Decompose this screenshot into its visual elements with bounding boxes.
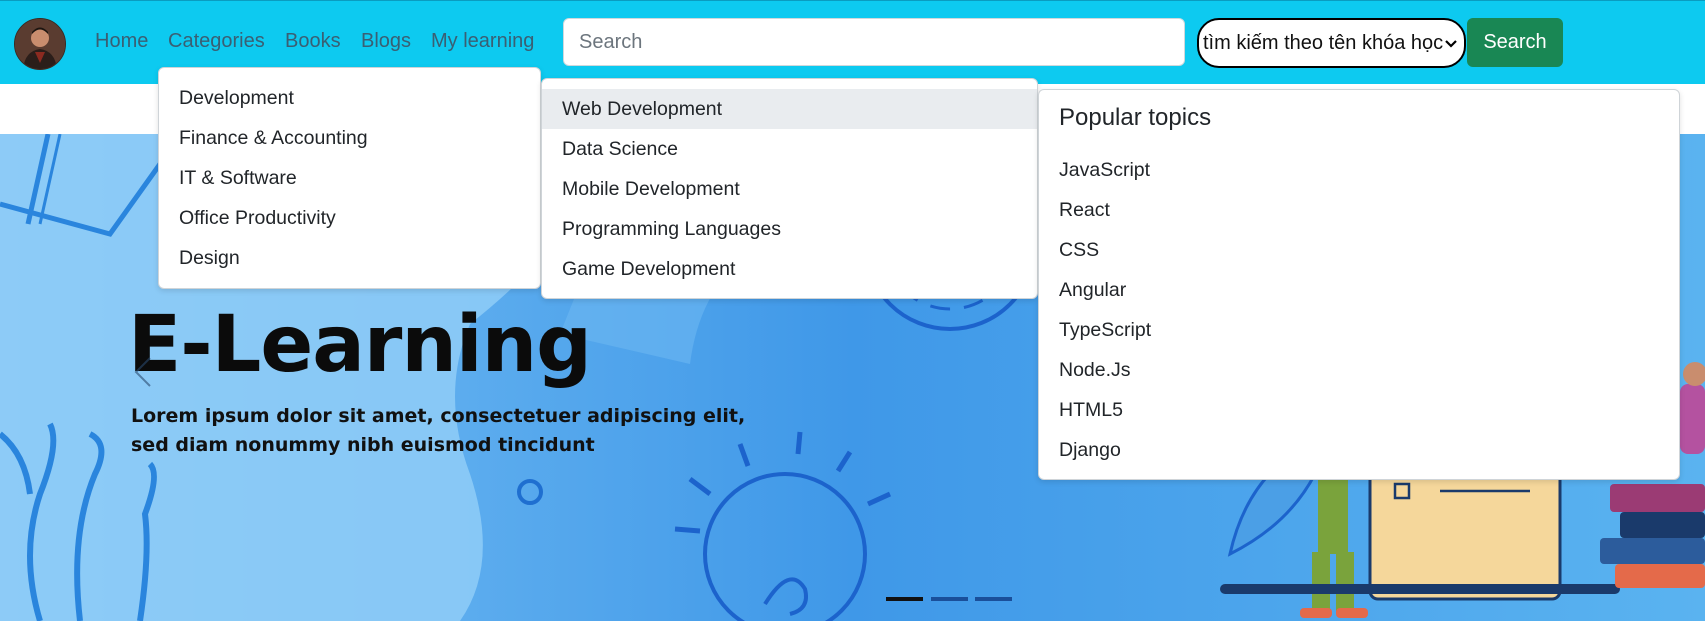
search-type-selected-value: tìm kiếm theo tên khóa học xyxy=(1203,31,1444,54)
page: Home Categories Books Blogs My learning … xyxy=(0,0,1705,621)
search-button[interactable]: Search xyxy=(1467,18,1563,67)
topic-item-html5[interactable]: HTML5 xyxy=(1039,390,1679,430)
nav-blogs[interactable]: Blogs xyxy=(361,30,411,53)
popular-topics-header: Popular topics xyxy=(1059,104,1212,131)
subcategory-item-programming-languages[interactable]: Programming Languages xyxy=(542,209,1037,249)
category-item-office[interactable]: Office Productivity xyxy=(159,198,540,238)
category-item-design[interactable]: Design xyxy=(159,238,540,278)
topic-item-react[interactable]: React xyxy=(1039,190,1679,230)
carousel-prev-button[interactable] xyxy=(128,352,160,392)
topic-item-django[interactable]: Django xyxy=(1039,430,1679,470)
chevron-down-icon xyxy=(1444,32,1458,55)
carousel-indicator-3[interactable] xyxy=(975,597,1012,601)
carousel-indicator-2[interactable] xyxy=(931,597,968,601)
categories-menu: Development Finance & Accounting IT & So… xyxy=(158,67,541,289)
subcategory-item-mobile-development[interactable]: Mobile Development xyxy=(542,169,1037,209)
category-item-development[interactable]: Development xyxy=(159,78,540,118)
nav-my-learning[interactable]: My learning xyxy=(431,30,534,53)
topic-item-angular[interactable]: Angular xyxy=(1039,270,1679,310)
nav-home[interactable]: Home xyxy=(95,30,148,53)
carousel-indicator-1[interactable] xyxy=(886,597,923,601)
subcategories-menu: Web Development Data Science Mobile Deve… xyxy=(541,78,1038,299)
nav-books[interactable]: Books xyxy=(285,30,341,53)
search-type-select[interactable]: tìm kiếm theo tên khóa học xyxy=(1197,18,1466,68)
category-item-it-software[interactable]: IT & Software xyxy=(159,158,540,198)
topic-item-nodejs[interactable]: Node.Js xyxy=(1039,350,1679,390)
hero-description: Lorem ipsum dolor sit amet, consectetuer… xyxy=(131,405,746,456)
topic-item-css[interactable]: CSS xyxy=(1039,230,1679,270)
user-avatar[interactable] xyxy=(14,18,66,70)
popular-topics-menu: Popular topics JavaScript React CSS Angu… xyxy=(1038,89,1680,480)
category-item-finance[interactable]: Finance & Accounting xyxy=(159,118,540,158)
subcategory-item-data-science[interactable]: Data Science xyxy=(542,129,1037,169)
search-input[interactable] xyxy=(563,18,1185,66)
topic-item-typescript[interactable]: TypeScript xyxy=(1039,310,1679,350)
subcategory-item-web-development[interactable]: Web Development xyxy=(542,89,1037,129)
nav-categories[interactable]: Categories xyxy=(168,30,265,53)
subcategory-item-game-development[interactable]: Game Development xyxy=(542,249,1037,289)
topic-item-javascript[interactable]: JavaScript xyxy=(1039,150,1679,190)
hero-title: E-Learning xyxy=(128,300,592,390)
